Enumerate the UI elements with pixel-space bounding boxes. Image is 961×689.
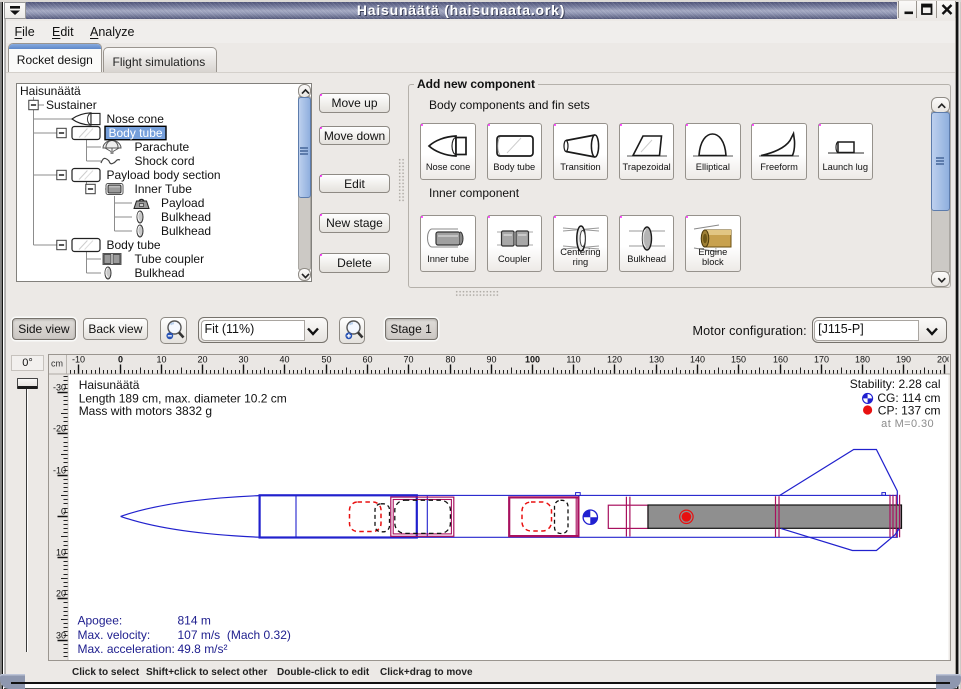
svg-text:Max. acceleration:: Max. acceleration:	[78, 642, 175, 656]
svg-text:70: 70	[403, 355, 413, 365]
svg-text:Stability: 2.28 cal: Stability: 2.28 cal	[850, 377, 941, 391]
svg-text:Apogee:: Apogee:	[78, 614, 123, 628]
svg-text:150: 150	[731, 355, 746, 365]
svg-text:-20: -20	[53, 424, 66, 434]
svg-text:Haisunäätä: Haisunäätä	[79, 378, 140, 392]
svg-text:-10: -10	[72, 355, 85, 365]
svg-text:110: 110	[566, 355, 580, 365]
svg-text:130: 130	[649, 355, 664, 365]
svg-text:120: 120	[607, 355, 622, 365]
svg-text:10: 10	[156, 355, 166, 365]
svg-text:30: 30	[56, 631, 66, 641]
svg-text:200: 200	[937, 355, 952, 365]
svg-text:170: 170	[814, 355, 829, 365]
svg-text:160: 160	[773, 355, 788, 365]
svg-text:Max. velocity:: Max. velocity:	[78, 628, 151, 642]
svg-text:107 m/s (Mach 0.32): 107 m/s (Mach 0.32)	[178, 628, 291, 642]
svg-text:20: 20	[56, 589, 66, 599]
svg-text:20: 20	[197, 355, 207, 365]
svg-text:49.8 m/s²: 49.8 m/s²	[178, 642, 228, 656]
svg-text:Mass with motors 3832 g: Mass with motors 3832 g	[79, 404, 212, 418]
svg-text:0: 0	[61, 507, 66, 517]
svg-text:-10: -10	[53, 466, 66, 476]
svg-text:at M=0.30: at M=0.30	[881, 418, 934, 430]
svg-text:cm: cm	[51, 359, 63, 369]
svg-text:60: 60	[362, 355, 372, 365]
svg-text:40: 40	[279, 355, 289, 365]
svg-text:180: 180	[855, 355, 870, 365]
svg-text:CP: 137 cm: CP: 137 cm	[878, 403, 941, 417]
svg-text:190: 190	[896, 355, 911, 365]
svg-text:814 m: 814 m	[178, 614, 211, 628]
svg-text:-30: -30	[53, 383, 66, 393]
svg-text:50: 50	[321, 355, 331, 365]
svg-text:90: 90	[486, 355, 496, 365]
svg-text:0: 0	[118, 355, 123, 365]
svg-text:80: 80	[445, 355, 455, 365]
svg-text:140: 140	[690, 355, 705, 365]
svg-text:10: 10	[56, 548, 66, 558]
svg-text:100: 100	[525, 355, 540, 365]
svg-text:30: 30	[238, 355, 248, 365]
